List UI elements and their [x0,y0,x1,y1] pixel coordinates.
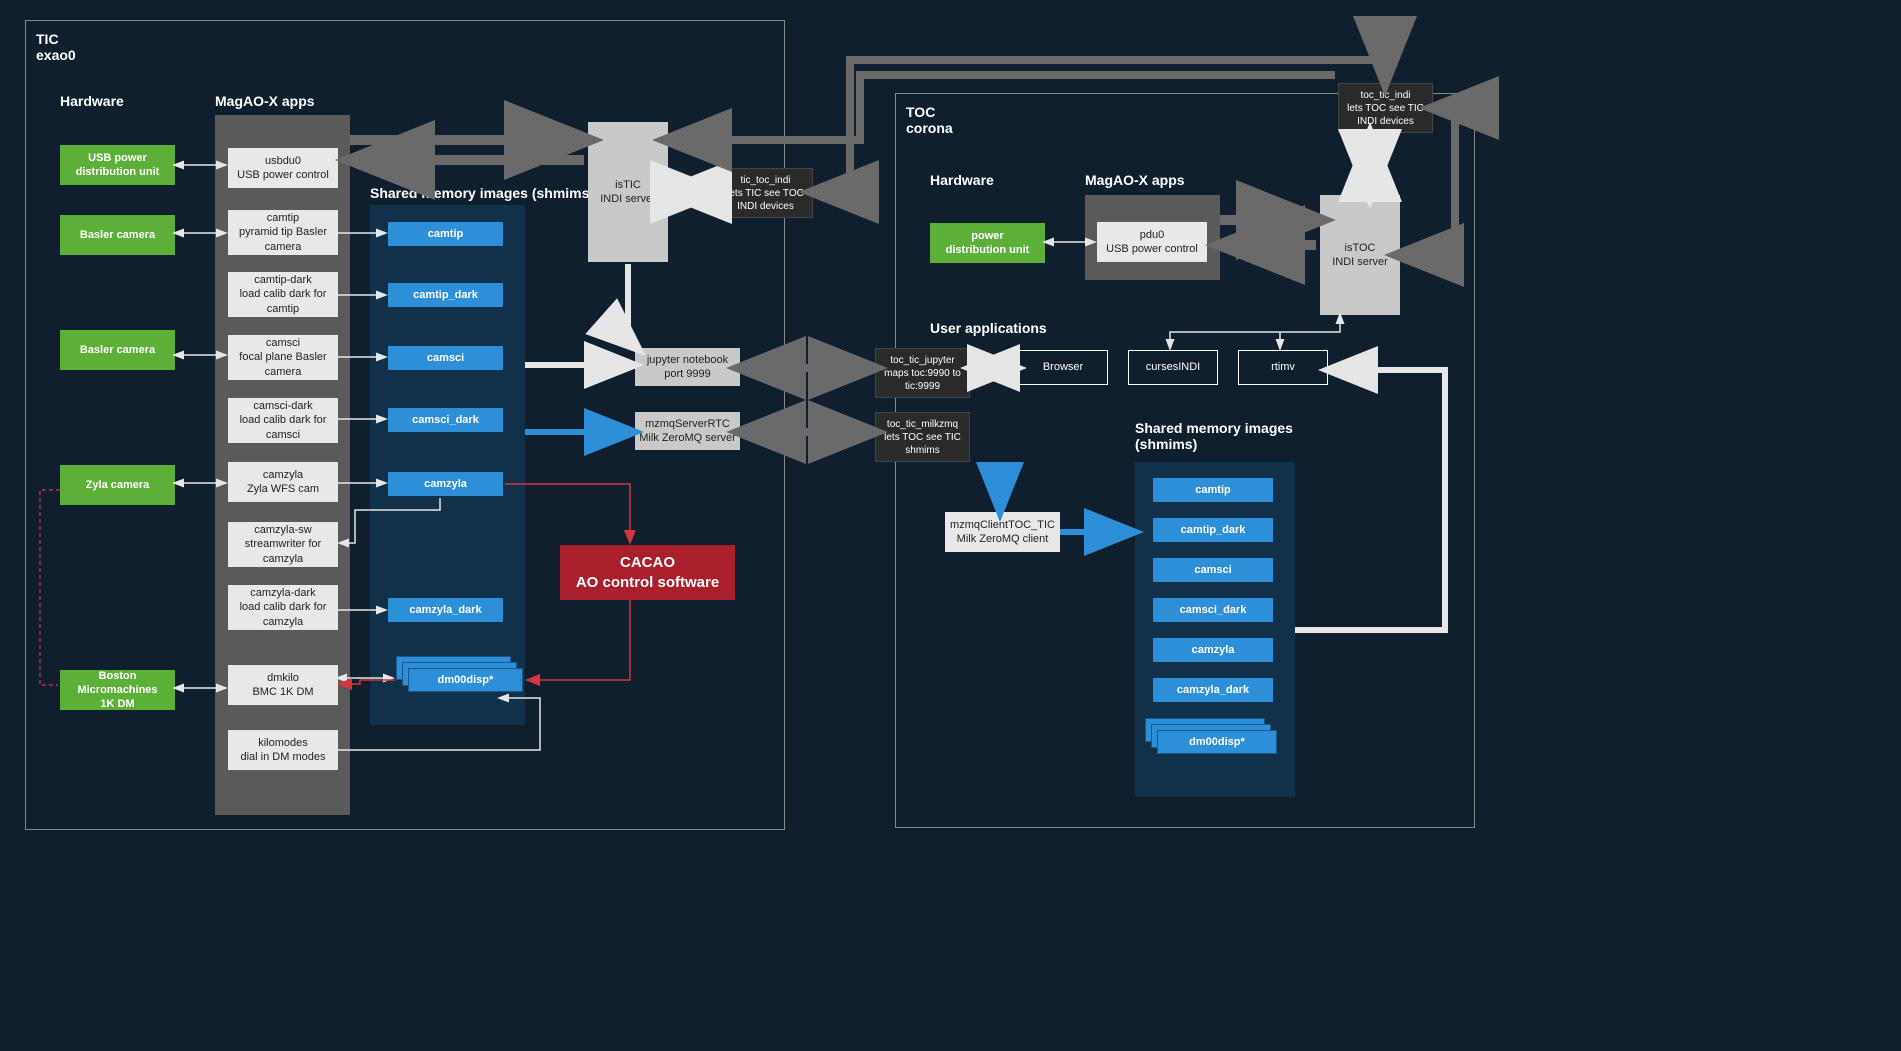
shmim-camzyla-dark: camzyla_dark [388,598,503,622]
shmim-camzyla: camzyla [388,472,503,496]
hw-basler1: Basler camera [60,215,175,255]
toc-shmim-camzyla-dark: camzyla_dark [1153,678,1273,702]
app-camsci-dark: camsci-darkload calib dark forcamsci [228,398,338,443]
app-usbdu0: usbdu0USB power control [228,148,338,188]
jupyter-notebook: jupyter notebookport 9999 [635,348,740,386]
app-camzyla-sw: camzyla-swstreamwriter forcamzyla [228,522,338,567]
tic-apps-title: MagAO-X apps [215,93,315,109]
toc-shmim-camtip-dark: camtip_dark [1153,518,1273,542]
shmim-camsci: camsci [388,346,503,370]
toc-shmim-camsci: camsci [1153,558,1273,582]
app-camzyla-dark: camzyla-darkload calib dark forcamzyla [228,585,338,630]
toc-apps-title: MagAO-X apps [1085,172,1185,188]
toc-hw-pdu: powerdistribution unit [930,223,1045,263]
cacao-box: CACAOAO control software [560,545,735,600]
toc-app-pdu0: pdu0USB power control [1097,222,1207,262]
app-camtip-dark: camtip-darkload calib dark forcamtip [228,272,338,317]
app-camzyla: camzylaZyla WFS cam [228,462,338,502]
toc-shmim-camsci-dark: camsci_dark [1153,598,1273,622]
shmim-camtip: camtip [388,222,503,246]
toc-tic-milkzmq-tunnel: toc_tic_milkzmqlets TOC see TICshmims [875,412,970,462]
toc-shmim-title: Shared memory images(shmims) [1135,420,1293,452]
app-camtip: camtippyramid tip Baslercamera [228,210,338,255]
istic-server: isTICINDI server [588,122,668,262]
userapp-browser: Browser [1018,350,1108,385]
mzmq-server: mzmqServerRTCMilk ZeroMQ server [635,412,740,450]
hw-bmc: Boston Micromachines1K DM [60,670,175,710]
tic-hardware-title: Hardware [60,93,124,109]
shmim-camsci-dark: camsci_dark [388,408,503,432]
tic-title1: TIC [36,31,774,47]
shmim-dm00disp: dm00disp* [408,668,523,692]
app-kilomodes: kilomodesdial in DM modes [228,730,338,770]
hw-usb: USB powerdistribution unit [60,145,175,185]
hw-zyla: Zyla camera [60,465,175,505]
toc-shmim-dm00disp: dm00disp* [1157,730,1277,754]
istoc-server: isTOCINDI server [1320,195,1400,315]
toc-hardware-title: Hardware [930,172,994,188]
app-dmkilo: dmkiloBMC 1K DM [228,665,338,705]
tic-toc-indi-tunnel: tic_toc_indilets TIC see TOCINDI devices [718,168,813,218]
shmim-camtip-dark: camtip_dark [388,283,503,307]
toc-shmim-camtip: camtip [1153,478,1273,502]
toc-userapps-title: User applications [930,320,1047,336]
tic-title2: exao0 [36,47,774,63]
toc-tic-jupyter-tunnel: toc_tic_jupytermaps toc:9990 totic:9999 [875,348,970,398]
toc-tic-indi-tunnel: toc_tic_indilets TOC see TICINDI devices [1338,83,1433,133]
tic-shmim-title: Shared memory images (shmims) [370,185,594,201]
hw-basler2: Basler camera [60,330,175,370]
userapp-rtimv: rtimv [1238,350,1328,385]
mzmq-client: mzmqClientTOC_TICMilk ZeroMQ client [945,512,1060,552]
app-camsci: camscifocal plane Baslercamera [228,335,338,380]
userapp-cursesindi: cursesINDI [1128,350,1218,385]
toc-shmim-camzyla: camzyla [1153,638,1273,662]
